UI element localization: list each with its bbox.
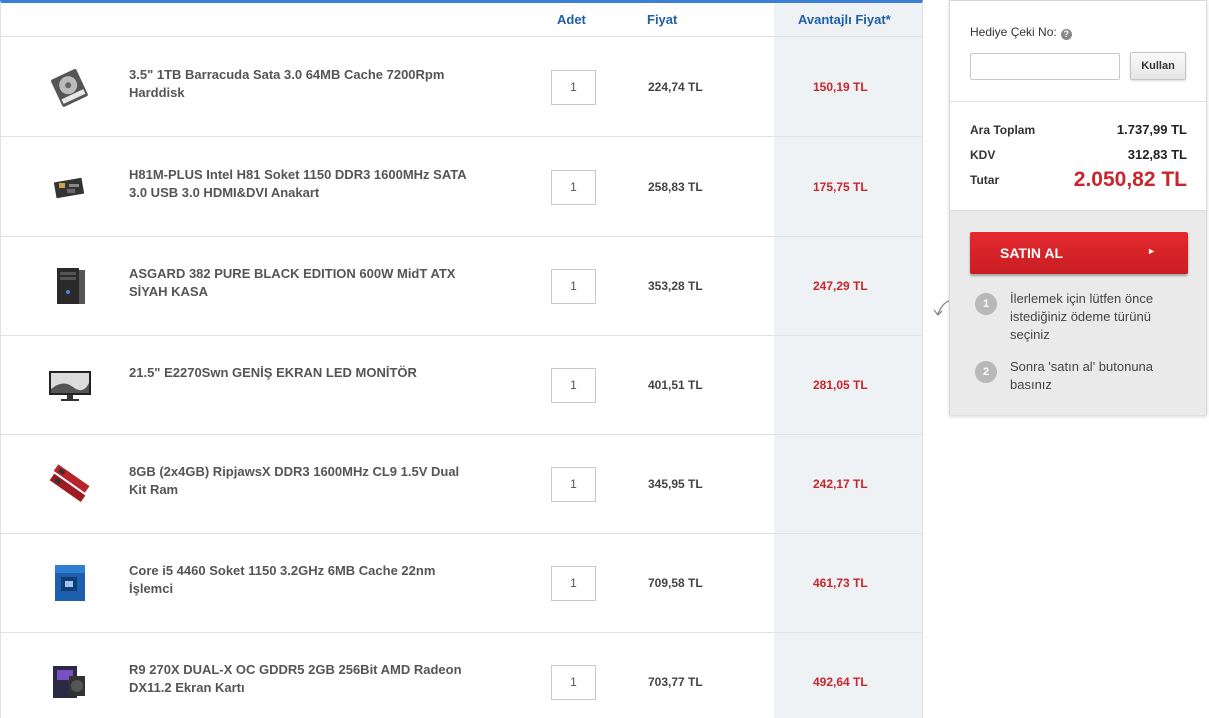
price: 401,51 TL: [648, 378, 703, 392]
price: 345,95 TL: [648, 477, 703, 491]
checkout-box: SATIN AL ► 1 İlerlemek için lütfen önce …: [950, 210, 1206, 415]
motherboard-icon[interactable]: [43, 167, 95, 207]
subtotal-value: 1.737,99 TL: [1116, 122, 1187, 137]
pc-case-icon[interactable]: [43, 266, 95, 306]
price: 224,74 TL: [648, 80, 703, 94]
buy-button-label: SATIN AL: [1000, 245, 1063, 261]
use-voucher-button[interactable]: Kullan: [1130, 52, 1186, 80]
advantage-price: 247,29 TL: [813, 279, 868, 293]
step-number-badge: 2: [975, 361, 997, 383]
monitor-icon[interactable]: [43, 365, 95, 405]
header-advantage-price: Avantajlı Fiyat*: [798, 12, 891, 27]
hard-disk-icon[interactable]: [43, 67, 95, 107]
product-name-link[interactable]: 21.5" E2270Swn GENİŞ EKRAN LED MONİTÖR: [129, 364, 474, 382]
cart-header: Adet Fiyat Avantajlı Fiyat*: [1, 3, 922, 37]
quantity-input[interactable]: 1: [551, 467, 596, 502]
cart-row: 8GB (2x4GB) RipjawsX DDR3 1600MHz CL9 1.…: [1, 434, 922, 534]
vat-label: KDV: [970, 148, 996, 162]
price: 258,83 TL: [648, 180, 703, 194]
vat-value: 312,83 TL: [1127, 147, 1187, 162]
cart-table: Adet Fiyat Avantajlı Fiyat* 3.5" 1TB Bar…: [0, 0, 923, 718]
gift-voucher-label-text: Hediye Çeki No:: [970, 25, 1057, 39]
divider: [950, 101, 1206, 102]
quantity-input[interactable]: 1: [551, 170, 596, 205]
header-qty: Adet: [557, 12, 586, 27]
buy-button[interactable]: SATIN AL ►: [970, 232, 1188, 274]
cart-row: 21.5" E2270Swn GENİŞ EKRAN LED MONİTÖR 1…: [1, 335, 922, 435]
product-name-link[interactable]: 8GB (2x4GB) RipjawsX DDR3 1600MHz CL9 1.…: [129, 463, 474, 499]
product-name-link[interactable]: ASGARD 382 PURE BLACK EDITION 600W MidT …: [129, 265, 474, 301]
ram-icon[interactable]: [43, 464, 95, 504]
play-arrow-icon: ►: [1147, 246, 1156, 256]
cart-row: Core i5 4460 Soket 1150 3.2GHz 6MB Cache…: [1, 533, 922, 633]
quantity-input[interactable]: 1: [551, 566, 596, 601]
cart-row: 3.5" 1TB Barracuda Sata 3.0 64MB Cache 7…: [1, 37, 922, 137]
help-icon[interactable]: ?: [1060, 29, 1072, 40]
advantage-price: 150,19 TL: [813, 80, 868, 94]
cart-row: ASGARD 382 PURE BLACK EDITION 600W MidT …: [1, 236, 922, 336]
advantage-price: 492,64 TL: [813, 675, 868, 689]
price: 709,58 TL: [648, 576, 703, 590]
advantage-price: 175,75 TL: [813, 180, 868, 194]
product-name-link[interactable]: Core i5 4460 Soket 1150 3.2GHz 6MB Cache…: [129, 562, 474, 598]
advantage-price: 281,05 TL: [813, 378, 868, 392]
product-name-link[interactable]: 3.5" 1TB Barracuda Sata 3.0 64MB Cache 7…: [129, 66, 474, 102]
step-number-badge: 1: [975, 293, 997, 315]
order-summary-panel: Hediye Çeki No:? Kullan Ara Toplam 1.737…: [949, 0, 1207, 415]
cart-row: H81M-PLUS Intel H81 Soket 1150 DDR3 1600…: [1, 137, 922, 237]
gift-voucher-label: Hediye Çeki No:?: [970, 25, 1072, 40]
gift-voucher-input[interactable]: [970, 53, 1120, 80]
total-value: 2.050,82 TL: [1073, 168, 1187, 191]
advantage-price: 242,17 TL: [813, 477, 868, 491]
product-name-link[interactable]: R9 270X DUAL-X OC GDDR5 2GB 256Bit AMD R…: [129, 661, 474, 697]
cpu-box-icon[interactable]: [43, 563, 95, 603]
total-label: Tutar: [970, 173, 1000, 187]
quantity-input[interactable]: 1: [551, 70, 596, 105]
price: 703,77 TL: [648, 675, 703, 689]
advantage-price: 461,73 TL: [813, 576, 868, 590]
price: 353,28 TL: [648, 279, 703, 293]
step-instruction: İlerlemek için lütfen önce istediğiniz ö…: [1010, 291, 1154, 342]
quantity-input[interactable]: 1: [551, 665, 596, 700]
graphics-card-icon[interactable]: [43, 662, 95, 702]
cart-row: R9 270X DUAL-X OC GDDR5 2GB 256Bit AMD R…: [1, 632, 922, 718]
header-price: Fiyat: [647, 12, 678, 27]
product-name-link[interactable]: H81M-PLUS Intel H81 Soket 1150 DDR3 1600…: [129, 166, 474, 202]
quantity-input[interactable]: 1: [551, 269, 596, 304]
subtotal-label: Ara Toplam: [970, 123, 1036, 137]
step-instruction: Sonra 'satın al' butonuna basınız: [1010, 359, 1154, 392]
quantity-input[interactable]: 1: [551, 368, 596, 403]
